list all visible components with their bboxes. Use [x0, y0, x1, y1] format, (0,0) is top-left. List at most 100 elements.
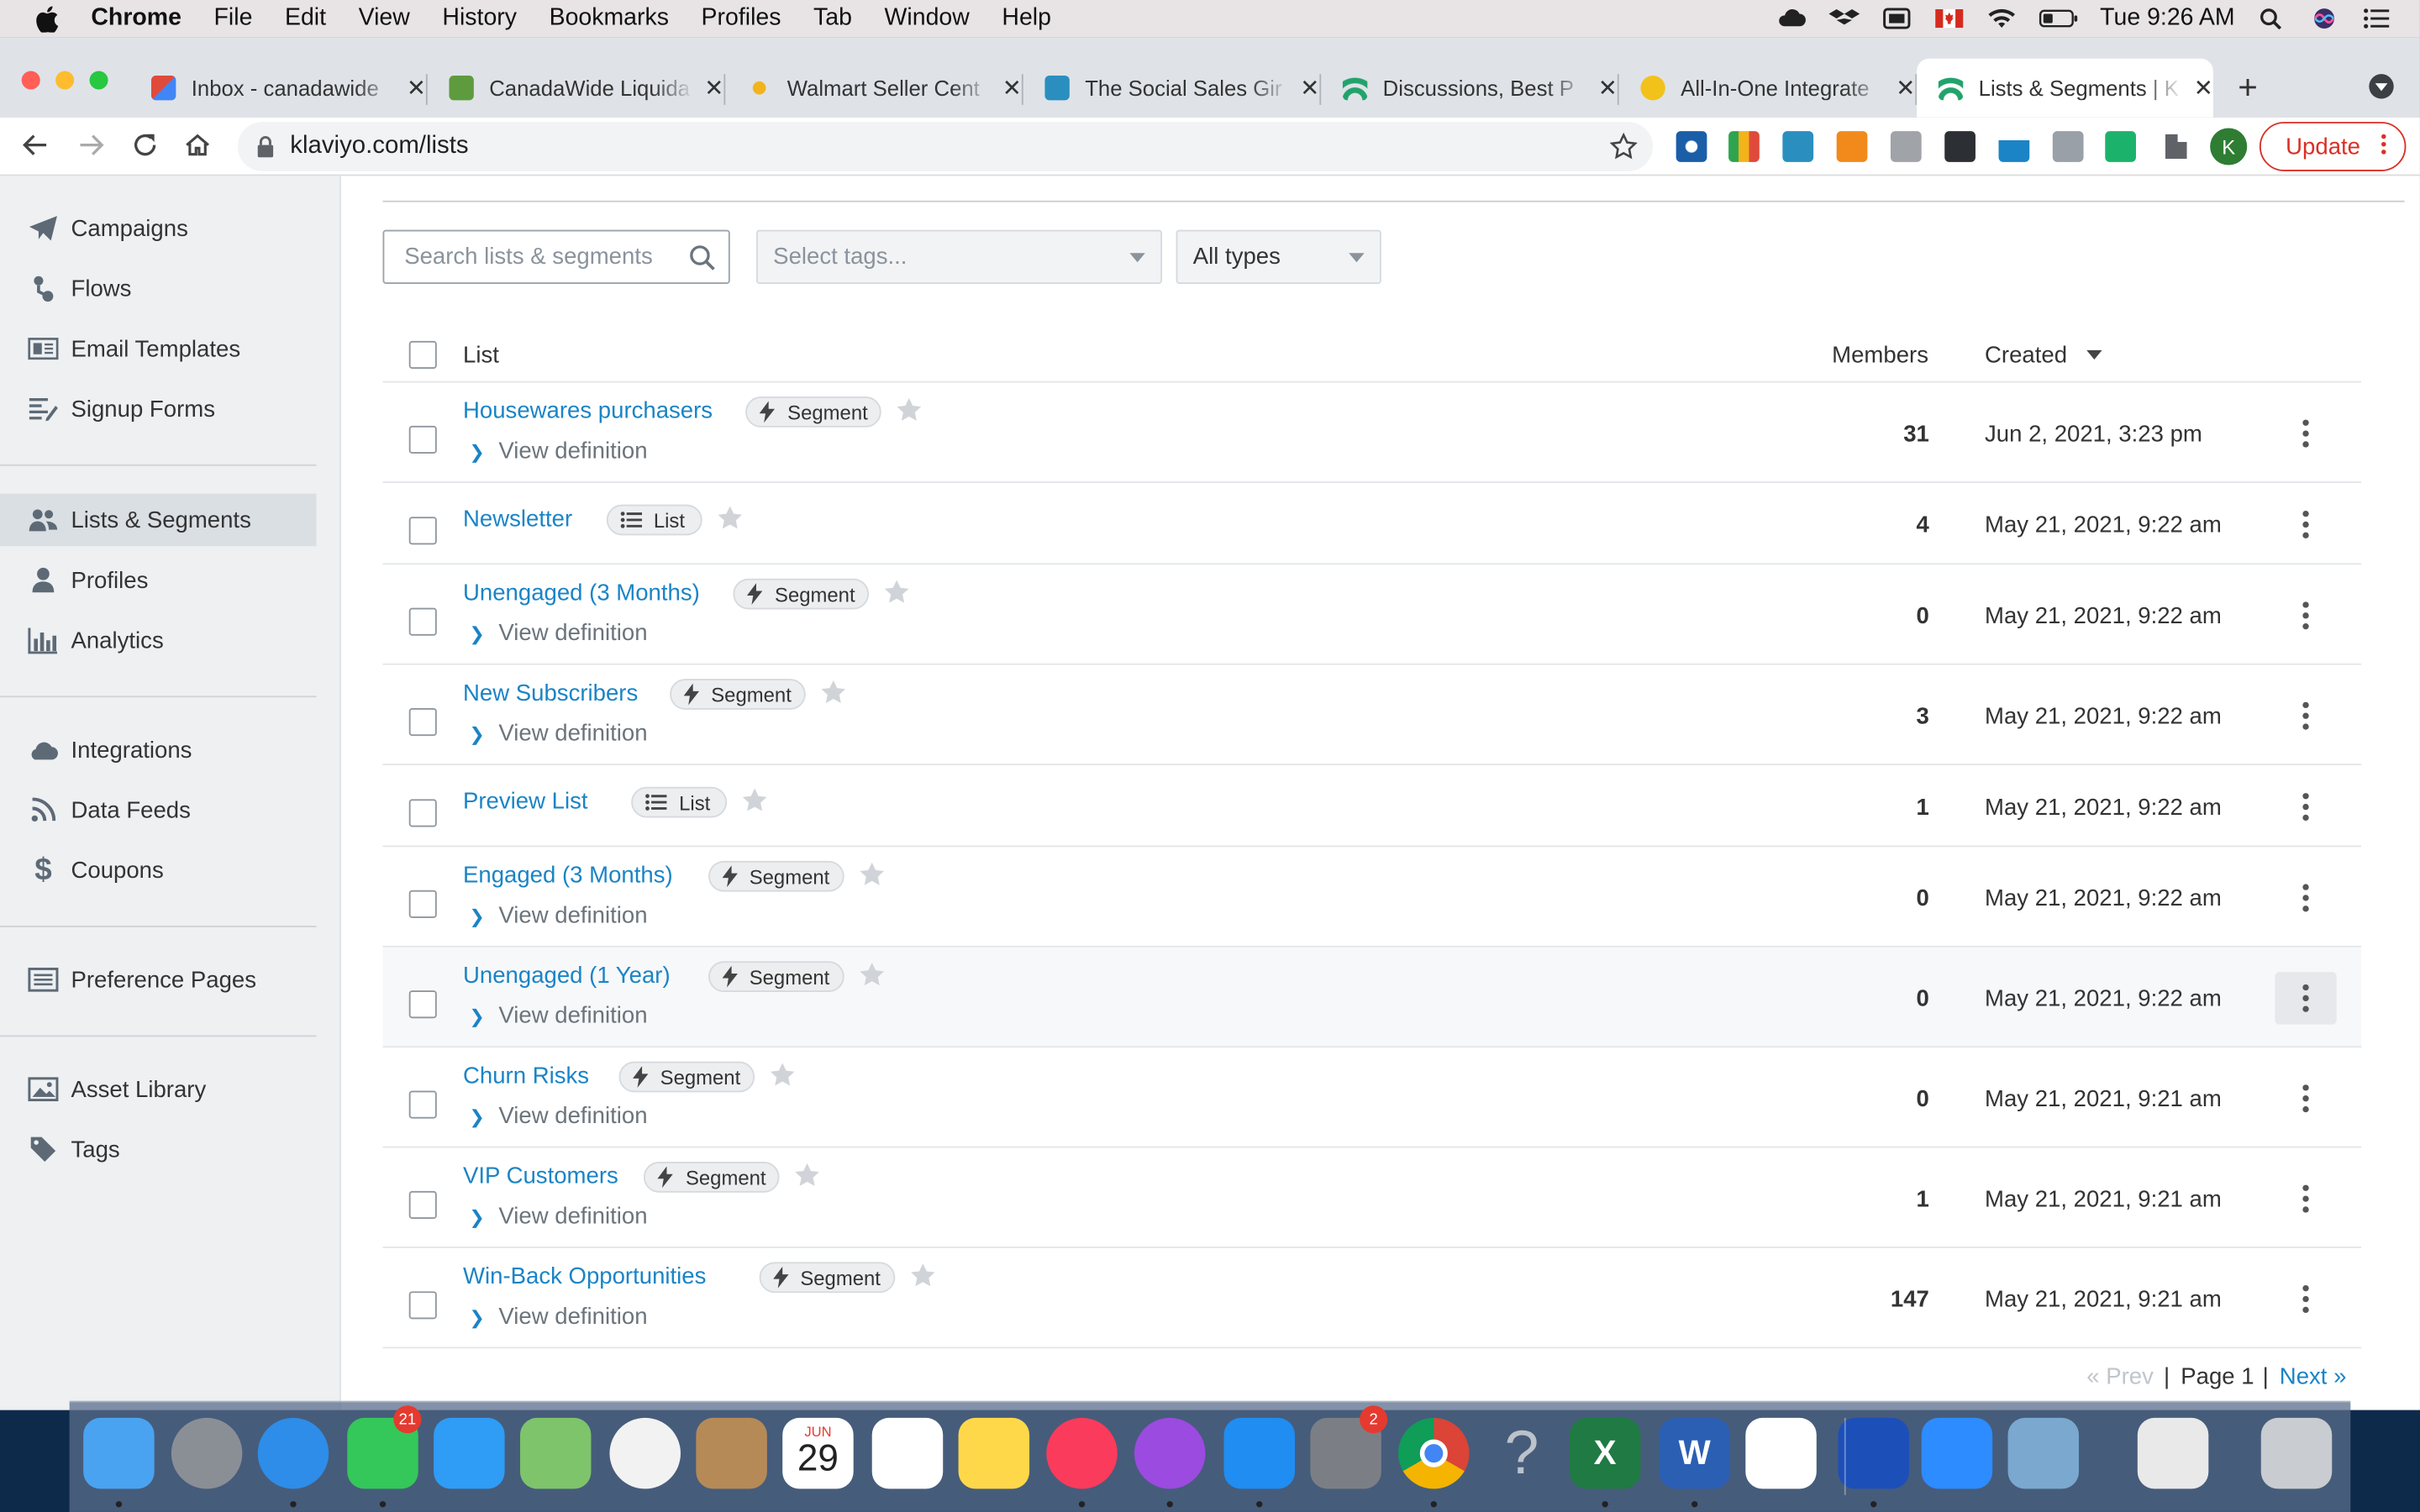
extension-flask-icon[interactable] — [1998, 131, 2030, 162]
sidebar-item-campaigns[interactable]: Campaigns — [0, 202, 317, 255]
favorite-star-icon[interactable] — [857, 961, 885, 989]
tab-close-icon[interactable]: ✕ — [1300, 74, 1319, 102]
list-name-link[interactable]: Unengaged (3 Months) — [463, 580, 700, 606]
favorite-star-icon[interactable] — [794, 1162, 822, 1189]
extension-analytics-icon[interactable] — [1728, 131, 1760, 162]
row-actions-kebab-icon[interactable] — [2275, 1173, 2336, 1225]
help-icon[interactable]: ? — [1486, 1418, 1557, 1488]
sidebar-item-email-templates[interactable]: Email Templates — [0, 323, 317, 375]
table-row[interactable]: New Subscribers Segment ❯ View definition… — [382, 665, 2362, 766]
row-actions-kebab-icon[interactable] — [2275, 872, 2336, 924]
new-tab-plus-icon[interactable]: + — [2238, 68, 2258, 108]
menu-app-name[interactable]: Chrome — [91, 5, 182, 33]
sidebar-item-coupons[interactable]: $ Coupons — [0, 844, 317, 896]
favorite-star-icon[interactable] — [857, 861, 885, 889]
browser-tab-lists-segments[interactable]: Lists & Segments | K ✕ — [1917, 58, 2213, 118]
favorite-star-icon[interactable] — [819, 679, 847, 706]
home-icon[interactable] — [184, 131, 212, 166]
word-icon[interactable]: W — [1659, 1417, 1730, 1489]
row-actions-kebab-icon[interactable] — [2275, 498, 2336, 550]
list-name-link[interactable]: Churn Risks — [463, 1063, 589, 1089]
list-name-link[interactable]: VIP Customers — [463, 1163, 618, 1189]
favorite-star-icon[interactable] — [883, 579, 911, 606]
safari-icon[interactable] — [257, 1417, 329, 1489]
extensions-puzzle-icon[interactable] — [2165, 134, 2187, 160]
chrome-icon[interactable] — [1398, 1417, 1470, 1489]
tab-close-icon[interactable]: ✕ — [704, 74, 723, 102]
list-name-link[interactable]: Unengaged (1 Year) — [463, 963, 671, 989]
lock-icon[interactable] — [256, 136, 275, 158]
spotlight-search-icon[interactable] — [2256, 8, 2287, 29]
row-checkbox[interactable] — [408, 708, 437, 737]
tab-close-icon[interactable]: ✕ — [2194, 74, 2213, 102]
table-row[interactable]: Newsletter List 4 May 21, 2021, 9:22 am — [382, 483, 2362, 565]
table-row[interactable]: Churn Risks Segment ❯ View definition 0 M… — [382, 1047, 2362, 1148]
sidebar-item-analytics[interactable]: Analytics — [0, 614, 317, 666]
reminders-icon[interactable] — [871, 1417, 944, 1489]
creative-cloud-icon[interactable] — [1776, 8, 1807, 29]
row-actions-kebab-icon[interactable] — [2275, 407, 2336, 459]
siri-icon[interactable] — [2309, 8, 2340, 29]
browser-tab-walmart[interactable]: Walmart Seller Cent ✕ — [746, 59, 1023, 118]
favorite-star-icon[interactable] — [908, 1262, 936, 1289]
table-row[interactable]: Housewares purchasers Segment ❯ View defi… — [382, 383, 2362, 483]
extension-code-icon[interactable] — [2052, 131, 2084, 162]
menu-tab[interactable]: Tab — [813, 5, 852, 33]
bookmark-star-icon[interactable] — [1609, 132, 1638, 160]
view-definition-toggle[interactable]: ❯ View definition — [469, 1003, 647, 1029]
photos-icon[interactable] — [609, 1417, 681, 1489]
view-definition-toggle[interactable]: ❯ View definition — [469, 721, 647, 747]
onedrive-icon[interactable] — [1745, 1417, 1817, 1489]
profile-avatar[interactable]: K — [2210, 128, 2248, 165]
list-name-link[interactable]: Newsletter — [463, 506, 572, 532]
sidebar-item-signup-forms[interactable]: Signup Forms — [0, 383, 317, 435]
prev-page-link[interactable]: « Prev — [2086, 1364, 2154, 1390]
extension-blue-icon[interactable] — [1782, 131, 1814, 162]
sidebar-item-data-feeds[interactable]: Data Feeds — [0, 784, 317, 836]
row-checkbox[interactable] — [408, 425, 437, 454]
table-row[interactable]: Engaged (3 Months) Segment ❯ View definit… — [382, 847, 2362, 948]
tab-close-icon[interactable]: ✕ — [1002, 74, 1022, 102]
tags-select[interactable]: Select tags... — [755, 229, 1163, 284]
extension-dark-icon[interactable] — [1944, 131, 1975, 162]
column-created[interactable]: Created — [1985, 343, 2102, 369]
app-store-icon[interactable] — [1223, 1417, 1295, 1489]
finder-icon[interactable] — [83, 1417, 155, 1489]
update-button[interactable]: Update — [2259, 122, 2407, 171]
tab-close-icon[interactable]: ✕ — [1598, 74, 1618, 102]
row-checkbox[interactable] — [408, 1291, 437, 1320]
menu-file[interactable]: File — [214, 5, 253, 33]
menu-help[interactable]: Help — [1002, 5, 1051, 33]
search-input[interactable]: Search lists & segments — [382, 229, 730, 284]
row-actions-kebab-icon[interactable] — [2275, 690, 2336, 742]
window-close-icon[interactable] — [21, 71, 40, 90]
chrome-menu-kebab-icon[interactable] — [2381, 134, 2386, 155]
menu-view[interactable]: View — [359, 5, 410, 33]
window-minimize-icon[interactable] — [55, 71, 75, 90]
view-definition-toggle[interactable]: ❯ View definition — [469, 1204, 647, 1230]
zoom-icon[interactable] — [1921, 1417, 1993, 1489]
column-list[interactable]: List — [463, 343, 499, 369]
notes-icon[interactable] — [958, 1417, 1030, 1489]
favorite-star-icon[interactable] — [896, 396, 923, 424]
sidebar-item-tags[interactable]: Tags — [0, 1123, 317, 1175]
view-definition-toggle[interactable]: ❯ View definition — [469, 620, 647, 646]
extension-orange-icon[interactable] — [1836, 131, 1868, 162]
view-definition-toggle[interactable]: ❯ View definition — [469, 1304, 647, 1330]
sidebar-item-asset-library[interactable]: Asset Library — [0, 1063, 317, 1115]
podcasts-icon[interactable] — [1134, 1417, 1206, 1489]
browser-tab-integrations[interactable]: All-In-One Integrate ✕ — [1640, 59, 1918, 118]
row-checkbox[interactable] — [408, 799, 437, 827]
row-actions-kebab-icon[interactable] — [2275, 972, 2337, 1025]
next-page-link[interactable]: Next » — [2280, 1364, 2347, 1390]
address-bar[interactable]: klaviyo.com/lists — [237, 122, 1654, 171]
dropbox-menu-icon[interactable] — [1828, 8, 1860, 29]
view-definition-toggle[interactable]: ❯ View definition — [469, 1103, 647, 1129]
table-row[interactable]: Unengaged (3 Months) Segment ❯ View defin… — [382, 564, 2362, 665]
search-icon[interactable] — [688, 244, 716, 271]
window-menu-icon[interactable] — [1881, 8, 1912, 29]
list-name-link[interactable]: Win-Back Opportunities — [463, 1263, 706, 1289]
table-row[interactable]: Preview List List 1 May 21, 2021, 9:22 a… — [382, 765, 2362, 848]
apple-logo-icon[interactable] — [35, 5, 60, 32]
row-checkbox[interactable] — [408, 607, 437, 636]
